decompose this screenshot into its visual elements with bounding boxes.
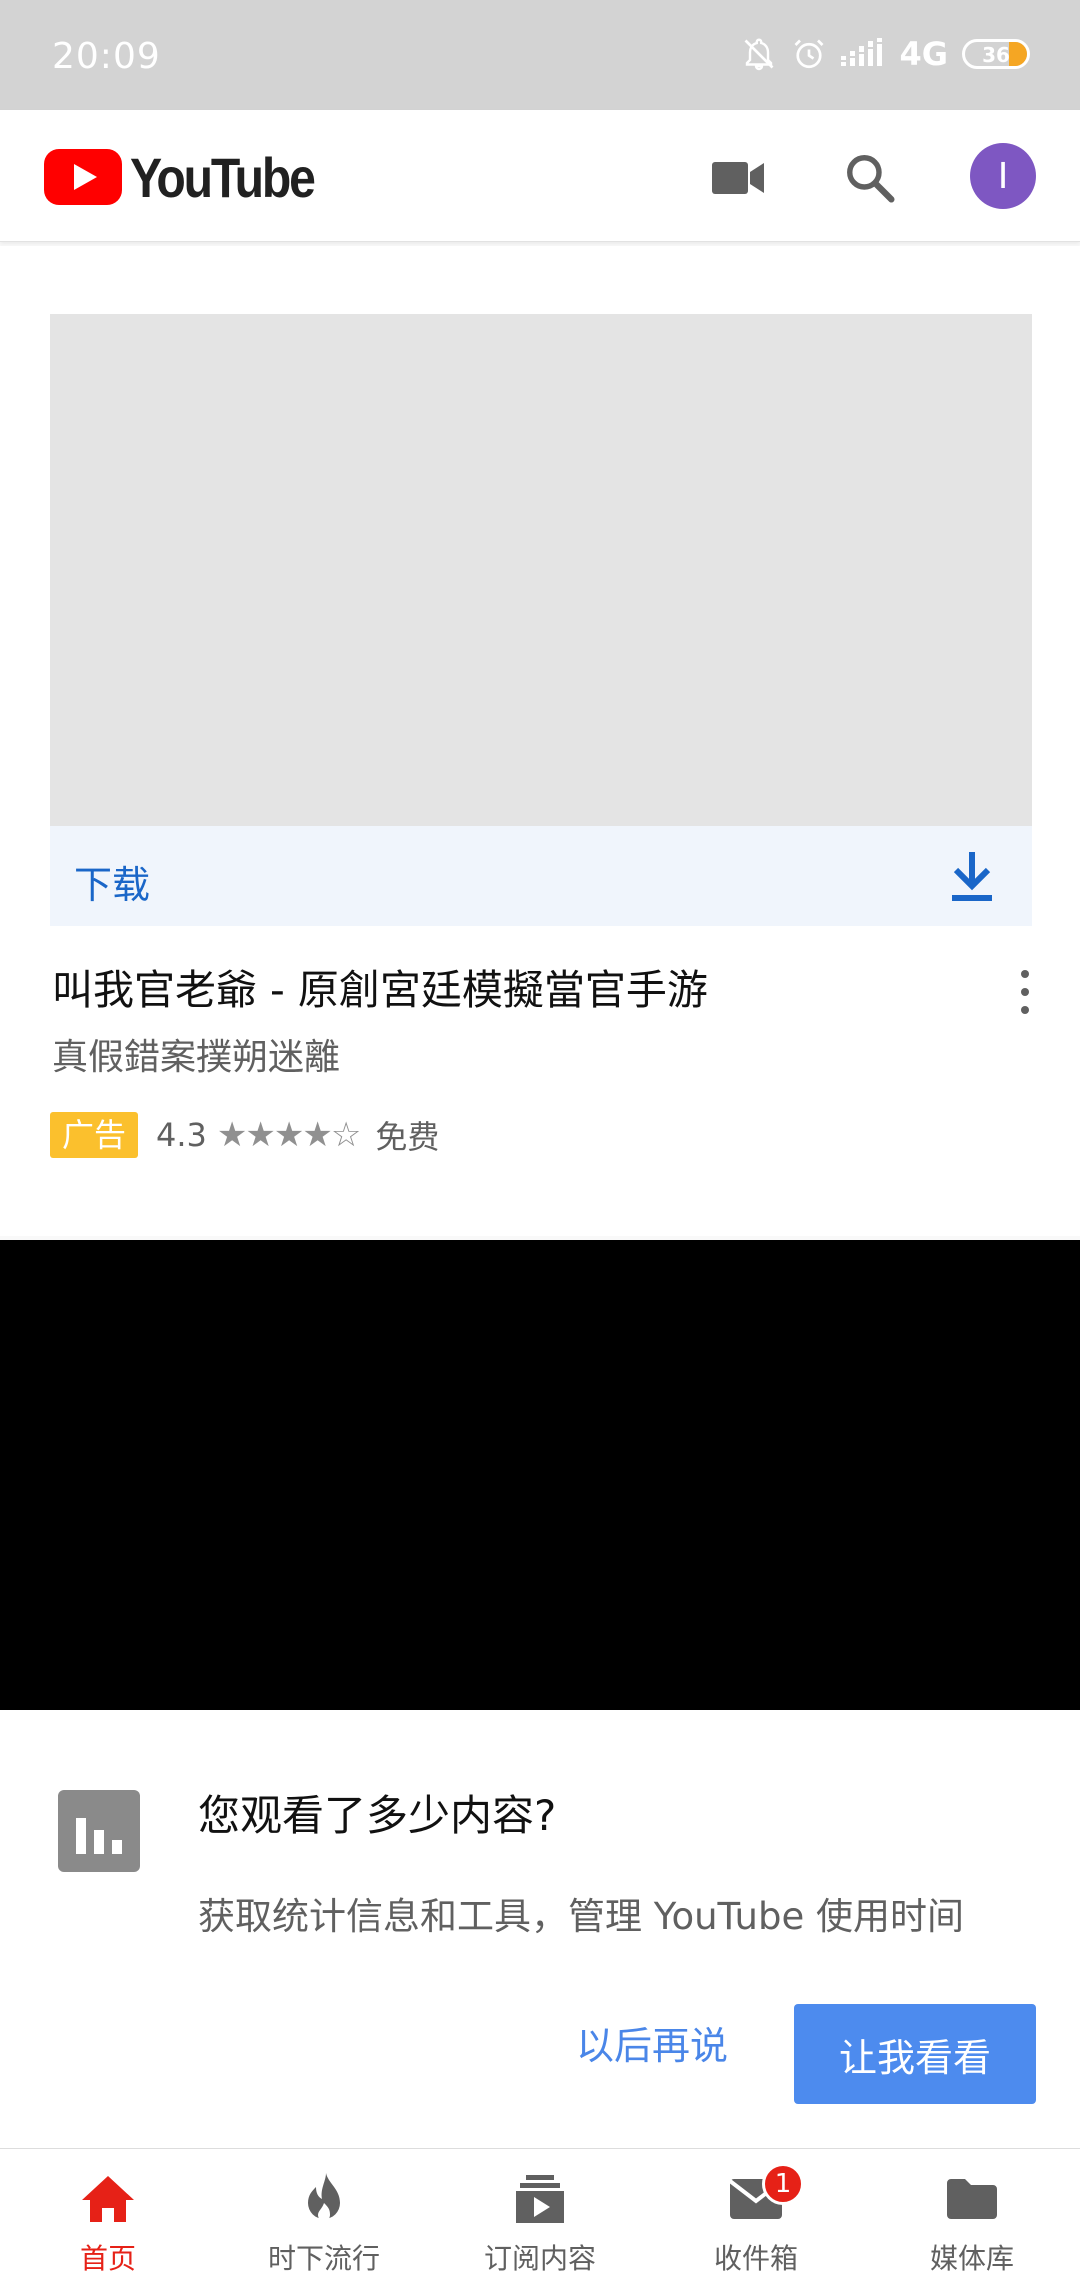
status-bar: 20:09 4G 36 [0, 0, 1080, 110]
ad-card[interactable]: 下载 叫我官老爺 - 原創宮廷模擬當官手游 真假錯案撲朔迷離 广告 4.3 ★★… [0, 246, 1080, 1236]
rating-stars-icon: ★★★★☆ [216, 1115, 361, 1155]
prompt-title: 您观看了多少内容? [198, 1791, 557, 1840]
library-folder-icon [942, 2171, 1002, 2227]
nav-label: 收件箱 [713, 2242, 798, 2275]
nav-label: 订阅内容 [483, 2242, 596, 2275]
trending-flame-icon [294, 2171, 354, 2227]
download-label[interactable]: 下载 [74, 854, 150, 909]
alarm-icon [795, 39, 824, 69]
ad-price: 免费 [375, 1118, 440, 1156]
nav-item-subscriptions[interactable]: 订阅内容 [432, 2149, 648, 2280]
nav-item-home[interactable]: 首页 [0, 2149, 216, 2280]
brand-wordmark: YouTube [130, 145, 316, 209]
signal-icon [841, 38, 883, 66]
bell-off-icon [745, 38, 774, 71]
ad-meta: 广告 4.3 ★★★★☆ 免费 [50, 1112, 439, 1158]
camera-icon[interactable] [706, 146, 770, 210]
subscriptions-icon [510, 2171, 570, 2227]
ad-download-bar[interactable]: 下载 [50, 826, 1032, 926]
search-icon[interactable] [838, 146, 902, 210]
nav-item-library[interactable]: 媒体库 [864, 2149, 1080, 2280]
nav-label: 媒体库 [929, 2242, 1014, 2275]
inbox-badge: 1 [762, 2163, 804, 2205]
later-button[interactable]: 以后再说 [548, 2006, 756, 2078]
stats-chart-icon [58, 1790, 140, 1872]
nav-label: 时下流行 [267, 2242, 380, 2275]
ad-rating: 4.3 [156, 1116, 207, 1154]
youtube-home-screen: 20:09 4G 36 YouTube I 下载 叫我官老爺 - 原創宮廷模擬當… [0, 0, 1080, 2280]
nav-item-inbox[interactable]: 1 收件箱 [648, 2149, 864, 2280]
app-bar: YouTube I [0, 110, 1080, 242]
youtube-logo[interactable]: YouTube [44, 145, 344, 209]
network-type: 4G [899, 35, 948, 73]
status-icons: 4G 36 [741, 34, 1030, 74]
status-time: 20:09 [52, 36, 161, 77]
more-options-icon[interactable] [1010, 964, 1040, 1020]
ad-subtitle: 真假錯案撲朔迷離 [52, 1037, 341, 1078]
youtube-play-icon [44, 149, 122, 205]
ad-title[interactable]: 叫我官老爺 - 原創宮廷模擬當官手游 [52, 956, 708, 1016]
prompt-description: 获取统计信息和工具，管理 YouTube 使用时间 [198, 1895, 964, 1938]
ad-badge: 广告 [50, 1112, 139, 1158]
nav-label: 首页 [79, 2242, 136, 2275]
show-me-button[interactable]: 让我看看 [794, 2004, 1036, 2104]
home-icon [78, 2171, 138, 2227]
nav-item-trending[interactable]: 时下流行 [216, 2149, 432, 2280]
battery-icon: 36 [962, 39, 1030, 69]
account-avatar[interactable]: I [970, 143, 1036, 209]
battery-level: 36 [982, 43, 1010, 67]
video-player-area[interactable] [0, 1240, 1080, 1710]
ad-thumbnail[interactable] [50, 314, 1032, 826]
watch-time-prompt: 您观看了多少内容? 获取统计信息和工具，管理 YouTube 使用时间 以后再说… [0, 1710, 1080, 2148]
download-icon[interactable] [946, 848, 998, 904]
bottom-navigation: 首页 时下流行 订阅内容 1 收件箱 媒体库 [0, 2148, 1080, 2280]
